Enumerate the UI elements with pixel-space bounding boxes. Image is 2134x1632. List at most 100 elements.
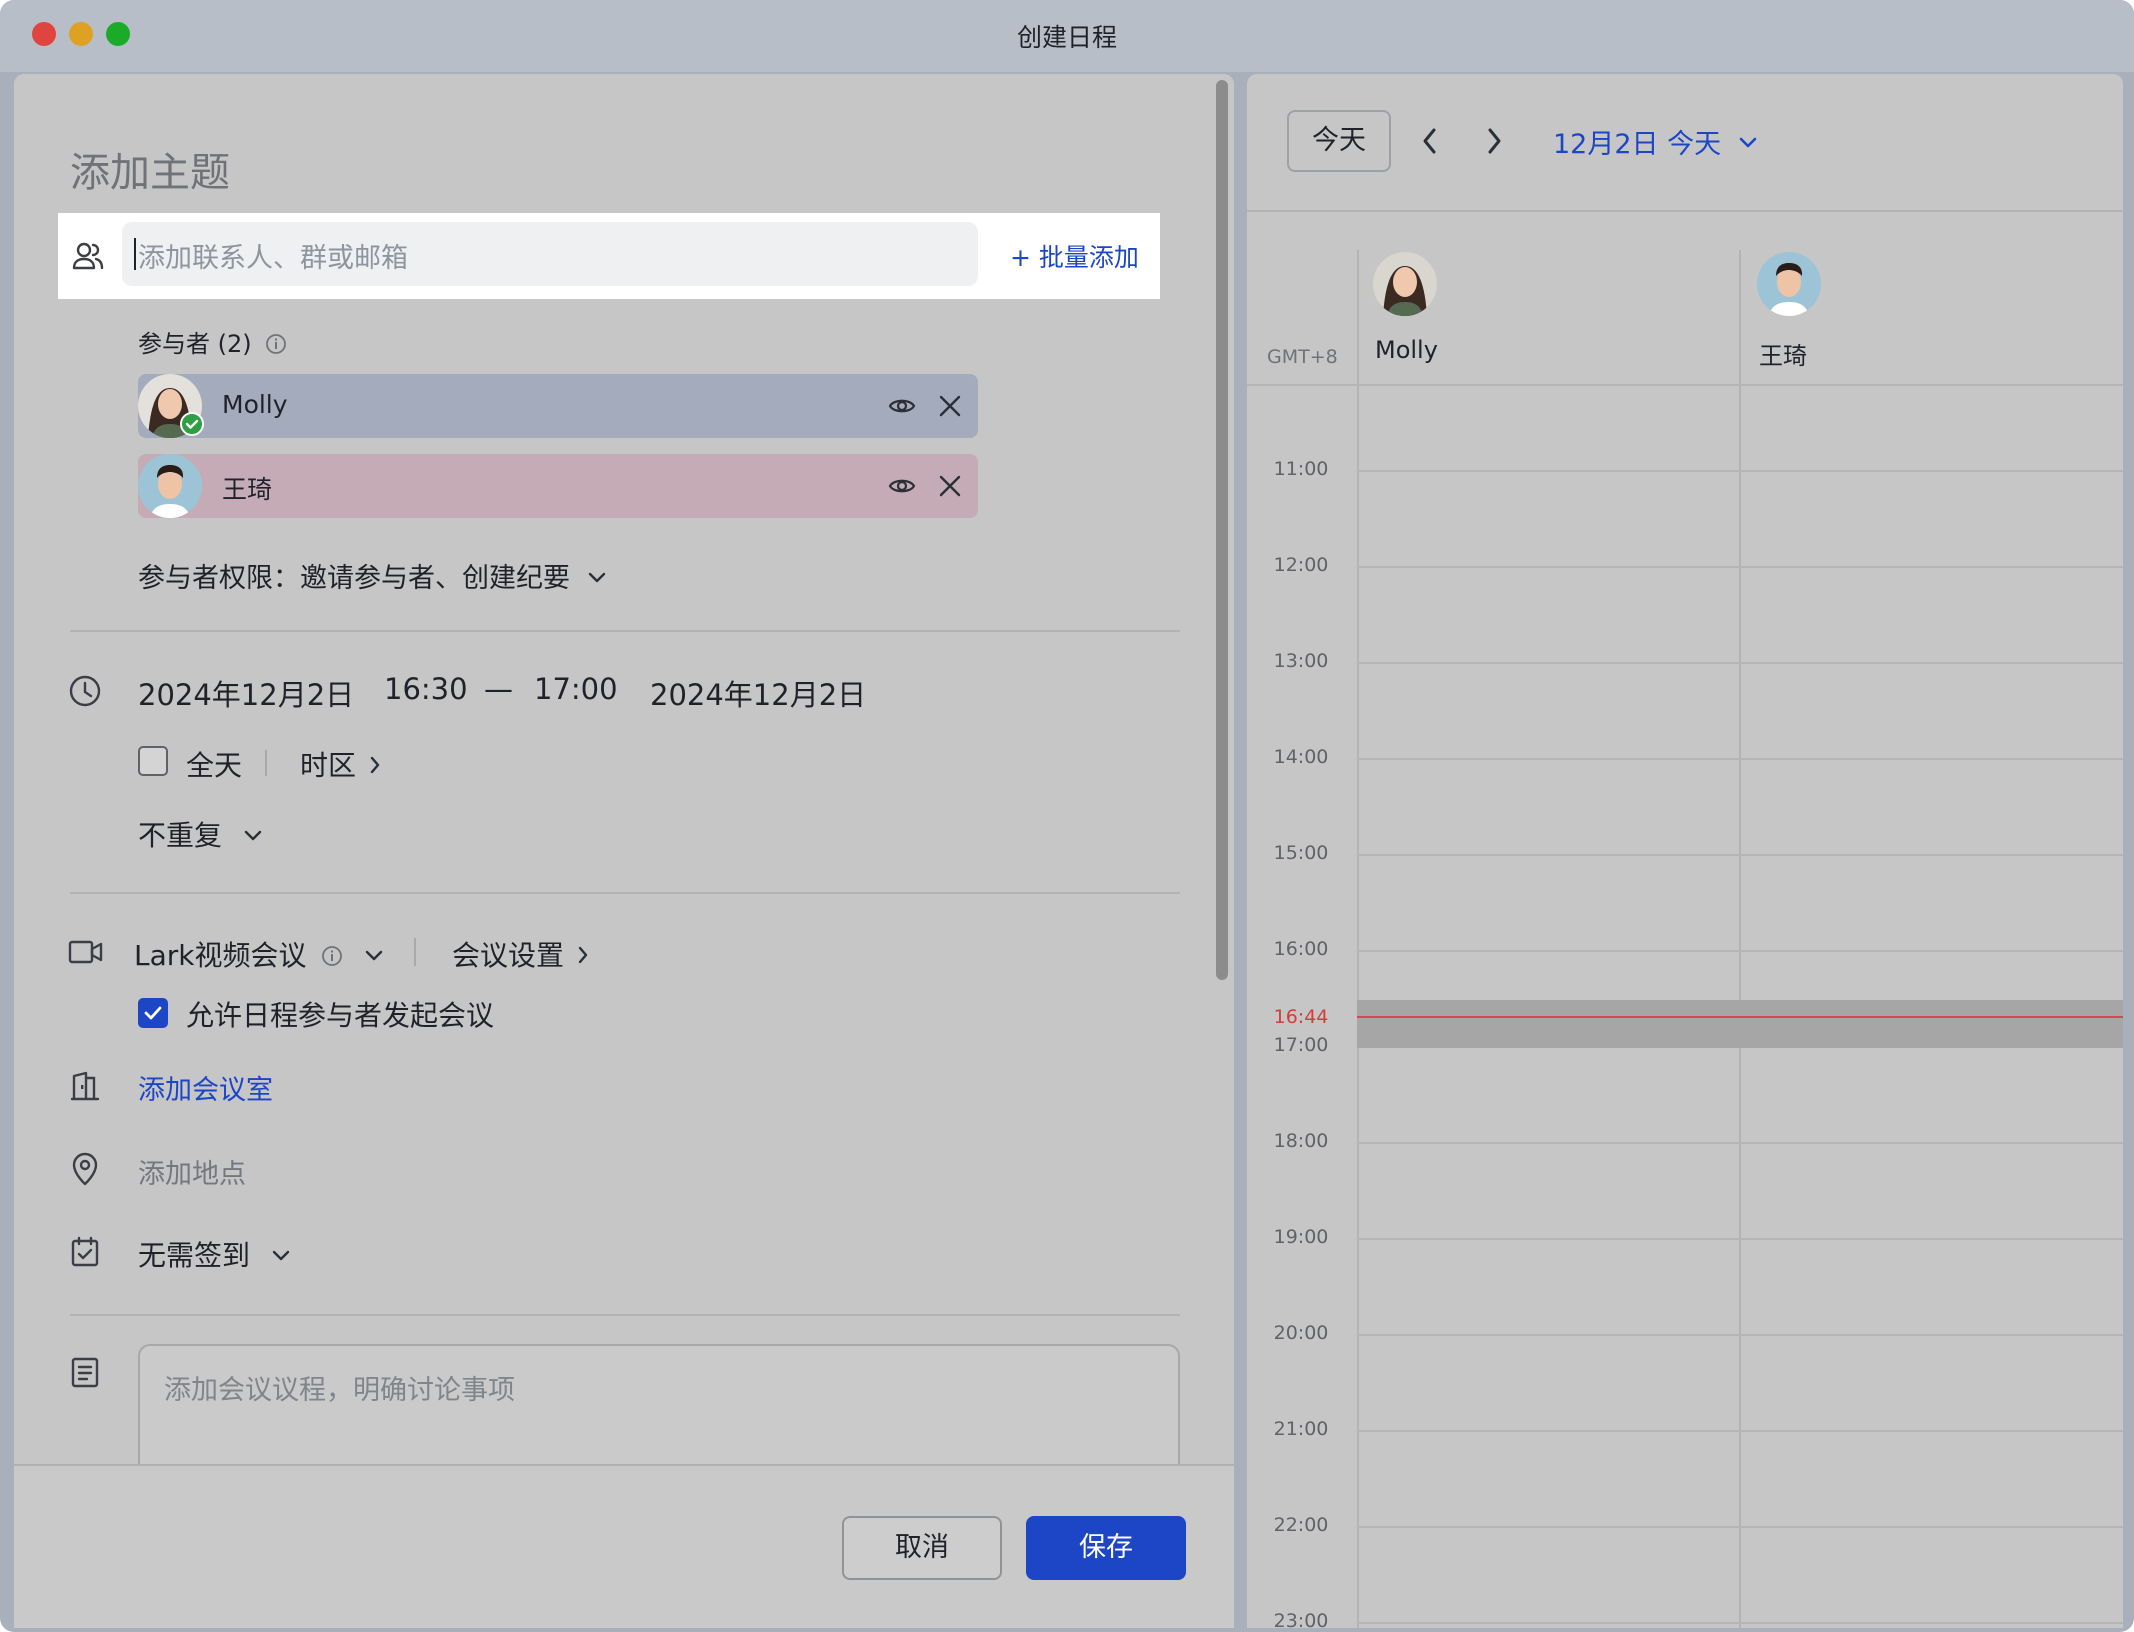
topic-input[interactable]: 添加主题 xyxy=(70,140,230,198)
hour-line xyxy=(1357,1238,2123,1240)
time-dash: — xyxy=(484,672,513,706)
column-name: 王琦 xyxy=(1759,342,1807,370)
hour-line xyxy=(1357,1430,2123,1432)
hour-line xyxy=(1357,662,2123,664)
hour-line xyxy=(1357,1526,2123,1528)
checkin-dropdown[interactable]: 无需签到 xyxy=(138,1234,291,1274)
end-date[interactable]: 2024年12月2日 xyxy=(650,672,866,714)
calendar-check-icon xyxy=(70,1236,100,1268)
current-time-label: 16:44 xyxy=(1273,1006,1329,1028)
date-label: 12月2日 今天 xyxy=(1553,129,1722,160)
add-meeting-room-link[interactable]: 添加会议室 xyxy=(138,1068,273,1107)
timezone-button[interactable]: 时区 xyxy=(300,744,381,784)
next-day-icon[interactable] xyxy=(1485,126,1503,156)
save-button[interactable]: 保存 xyxy=(1026,1516,1186,1580)
info-icon[interactable] xyxy=(265,333,287,355)
checkin-label: 无需签到 xyxy=(138,1239,251,1272)
avatar xyxy=(1757,252,1821,316)
timezone-label: 时区 xyxy=(300,749,357,782)
allow-start-label: 允许日程参与者发起会议 xyxy=(186,999,495,1032)
meeting-type-dropdown[interactable]: Lark视频会议 xyxy=(134,934,384,974)
hour-line xyxy=(1357,950,2123,952)
form-scrollbar[interactable] xyxy=(1216,80,1228,980)
hour-label: 18:00 xyxy=(1273,1130,1329,1152)
hour-label: 21:00 xyxy=(1273,1418,1329,1440)
hour-line xyxy=(1357,854,2123,856)
hour-label: 19:00 xyxy=(1273,1226,1329,1248)
column-divider xyxy=(1357,250,1359,1628)
permissions-label: 参与者权限：邀请参与者、创建纪要 xyxy=(138,563,570,594)
chevron-right-icon xyxy=(369,755,381,775)
repeat-label: 不重复 xyxy=(138,819,223,852)
today-button[interactable]: 今天 xyxy=(1287,110,1391,172)
participant-permissions-dropdown[interactable]: 参与者权限：邀请参与者、创建纪要 xyxy=(138,556,607,595)
chevron-down-icon xyxy=(364,949,384,963)
date-picker-dropdown[interactable]: 12月2日 今天 xyxy=(1553,122,1758,161)
people-icon xyxy=(72,241,104,271)
clock-icon xyxy=(68,674,102,708)
remove-participant-icon[interactable] xyxy=(938,394,962,418)
chevron-down-icon xyxy=(1738,136,1758,150)
participant-row-molly[interactable]: Molly xyxy=(138,374,978,438)
calendar-panel: 今天 12月2日 今天 Molly 王琦 GMT+8 11:00 12:00 13:… xyxy=(1247,74,2123,1628)
hour-line xyxy=(1357,1622,2123,1624)
meeting-type-label: Lark视频会议 xyxy=(134,939,307,972)
section-divider xyxy=(70,630,1180,632)
location-pin-icon xyxy=(70,1152,100,1186)
current-time-band xyxy=(1357,1000,2123,1048)
meeting-settings-label: 会议设置 xyxy=(452,939,565,972)
allow-start-checkbox[interactable] xyxy=(138,998,168,1028)
avatar xyxy=(1373,252,1437,316)
all-day-checkbox[interactable] xyxy=(138,746,168,776)
hour-line xyxy=(1357,1142,2123,1144)
add-location-input[interactable]: 添加地点 xyxy=(138,1152,246,1191)
hour-line xyxy=(1357,566,2123,568)
header-divider xyxy=(1247,210,2123,212)
hour-label: 16:00 xyxy=(1273,938,1329,960)
participants-label: 参与者 (2) xyxy=(138,324,287,359)
hour-line xyxy=(1357,758,2123,760)
column-name: Molly xyxy=(1375,336,1438,364)
start-time[interactable]: 16:30 xyxy=(384,672,468,706)
video-camera-icon xyxy=(68,938,104,966)
hour-label: 17:00 xyxy=(1273,1034,1329,1056)
separator xyxy=(265,750,267,776)
text-caret xyxy=(134,238,136,270)
info-icon[interactable] xyxy=(321,945,343,967)
hour-line xyxy=(1357,470,2123,472)
chevron-down-icon xyxy=(271,1249,291,1263)
hour-label: 11:00 xyxy=(1273,458,1329,480)
title-bar: 创建日程 xyxy=(0,0,2134,72)
hour-label: 12:00 xyxy=(1273,554,1329,576)
event-form-panel: 添加主题 添加联系人、群或邮箱 + 批量添加 参与者 (2) Molly 王琦 … xyxy=(14,74,1234,1628)
meeting-settings-button[interactable]: 会议设置 xyxy=(452,934,589,974)
hour-label: 13:00 xyxy=(1273,650,1329,672)
hour-label: 20:00 xyxy=(1273,1322,1329,1344)
eye-icon[interactable] xyxy=(888,474,916,498)
previous-day-icon[interactable] xyxy=(1421,126,1439,156)
chevron-down-icon xyxy=(587,571,607,585)
end-time[interactable]: 17:00 xyxy=(534,672,618,706)
agenda-placeholder: 添加会议议程，明确讨论事项 xyxy=(164,1375,515,1406)
timezone-label: GMT+8 xyxy=(1267,346,1338,368)
remove-participant-icon[interactable] xyxy=(938,474,962,498)
participant-row-wangqi[interactable]: 王琦 xyxy=(138,454,978,518)
section-divider xyxy=(70,1314,1180,1316)
invite-placeholder: 添加联系人、群或邮箱 xyxy=(138,243,408,274)
accepted-check-icon xyxy=(180,412,204,436)
meeting-room-icon xyxy=(70,1070,100,1102)
avatar xyxy=(138,454,202,518)
form-footer: 取消 保存 xyxy=(14,1464,1234,1628)
batch-add-button[interactable]: + 批量添加 xyxy=(1010,238,1139,274)
invite-input[interactable]: 添加联系人、群或邮箱 xyxy=(122,222,978,286)
hour-label: 14:00 xyxy=(1273,746,1329,768)
cancel-button[interactable]: 取消 xyxy=(842,1516,1002,1580)
start-date[interactable]: 2024年12月2日 xyxy=(138,672,354,714)
eye-icon[interactable] xyxy=(888,394,916,418)
grid-top-line xyxy=(1247,384,2123,386)
section-divider xyxy=(70,892,1180,894)
hour-label: 22:00 xyxy=(1273,1514,1329,1536)
current-time-line xyxy=(1357,1016,2123,1018)
chevron-down-icon xyxy=(243,829,263,843)
repeat-dropdown[interactable]: 不重复 xyxy=(138,814,263,854)
